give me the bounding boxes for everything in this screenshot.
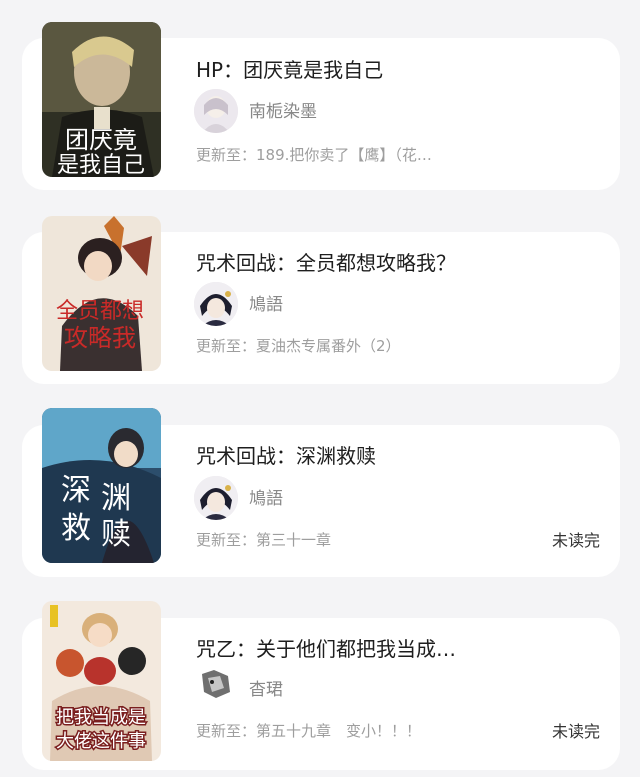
book-title[interactable]: 咒乙：关于他们都把我当成…: [196, 637, 456, 661]
read-status: 未读完: [551, 531, 600, 550]
author-avatar: [194, 89, 238, 133]
svg-text:攻略我: 攻略我: [64, 324, 136, 352]
svg-text:把我当成是: 把我当成是: [56, 707, 146, 728]
author-name: 杳珺: [249, 680, 283, 700]
latest-chapter: 更新至：189.把你卖了【鹰】（花…: [196, 146, 432, 164]
svg-text:赎: 赎: [101, 517, 131, 552]
svg-text:全员都想: 全员都想: [56, 299, 144, 324]
svg-text:救: 救: [61, 511, 91, 546]
svg-text:大佬这件事: 大佬这件事: [56, 731, 146, 752]
book-cover-image[interactable]: 深 渊 救 赎: [42, 408, 161, 563]
book-title[interactable]: 咒术回战：深渊救赎: [196, 444, 376, 468]
svg-text:渊: 渊: [101, 481, 131, 516]
author-name: 鳩語: [249, 489, 283, 509]
latest-chapter: 更新至：第三十一章: [196, 531, 332, 549]
book-title[interactable]: HP：团厌竟是我自己: [196, 58, 383, 82]
svg-text:团厌竟: 团厌竟: [65, 126, 137, 154]
latest-chapter: 更新至：夏油杰专属番外（2）: [196, 337, 401, 355]
author-name: 南栀染墨: [249, 102, 317, 122]
author-name: 鳩語: [249, 295, 283, 315]
latest-chapter: 更新至：第五十九章 变小！！！: [196, 722, 422, 740]
author-avatar: [194, 282, 238, 326]
author-avatar: [198, 666, 234, 702]
book-cover-image[interactable]: 团厌竟 是我自己: [42, 22, 161, 177]
svg-text:是我自己: 是我自己: [57, 153, 145, 177]
book-title[interactable]: 咒术回战：全员都想攻略我？: [196, 251, 456, 275]
read-status: 未读完: [551, 722, 600, 741]
book-cover-image[interactable]: 全员都想 攻略我: [42, 216, 161, 371]
author-avatar: [194, 476, 238, 520]
book-cover-image[interactable]: 把我当成是 大佬这件事: [42, 601, 161, 761]
svg-text:深: 深: [61, 473, 91, 508]
